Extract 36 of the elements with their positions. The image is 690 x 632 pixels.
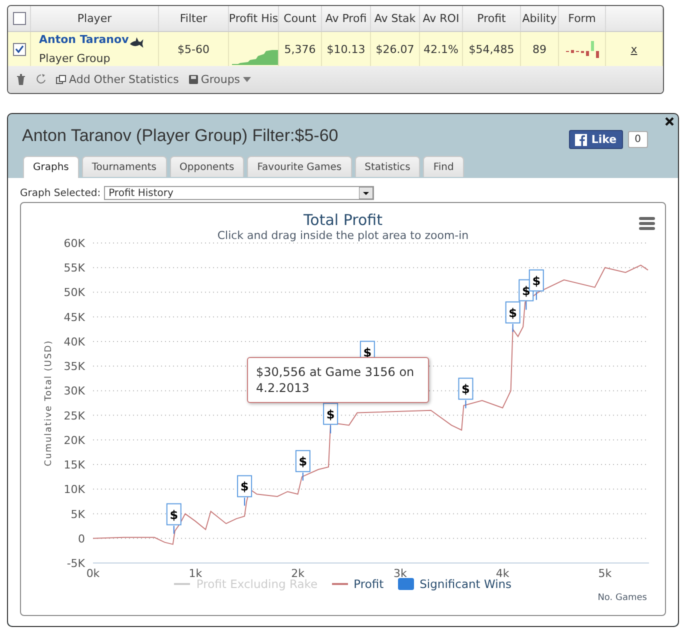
table-cell: $5-60 [178,42,210,56]
table-cell: 42.1% [424,42,458,56]
like-count: 0 [628,131,648,148]
y-tick-label: 20K [64,434,85,447]
y-tick-label: 45K [64,310,85,324]
table-cell: $10.13 [326,42,366,56]
table-cell: $26.07 [376,42,414,56]
chart-tooltip: $30,556 at Game 3156 on 4.2.2013 [247,357,429,403]
chart-title: Total Profit [304,211,382,229]
x-tick-label: 3k [394,567,407,580]
x-tick-label: 1k [188,567,202,580]
y-tick-label: 35K [64,360,85,374]
x-axis-title: No. Games [598,593,647,603]
y-tick-label: -5K [66,557,85,570]
y-tick-label: 55K [64,262,85,275]
x-tick-label: 2k [291,567,304,580]
y-tick-label: 60K [64,237,85,250]
graph-select-label: Graph Selected: [20,188,101,198]
y-tick-label: 15K [64,458,85,472]
y-tick-label: 0 [78,532,85,546]
x-tick-label: 4k [496,567,510,580]
window-title: Anton Taranov (Player Group) Filter:$5-60 [22,126,338,146]
chart-subtitle: Click and drag inside the plot area to zoom-in [217,229,469,242]
y-tick-label: 50K [64,286,85,300]
y-tick-label: 5K [70,508,85,521]
table-cell: 5,376 [284,42,316,56]
y-tick-label: 10K [64,483,85,496]
y-tick-label: 25K [64,409,85,422]
player-type: Player Group [39,52,112,65]
y-tick-label: 40K [64,335,85,348]
table-cell: $54,485 [468,42,514,56]
y-tick-label: 30K [64,384,85,398]
x-tick-label: 5k [598,567,612,580]
table-cell: 89 [532,42,546,56]
x-tick-label: 0k [86,567,100,580]
y-axis-title: Cumulative Total (USD) [44,340,54,466]
